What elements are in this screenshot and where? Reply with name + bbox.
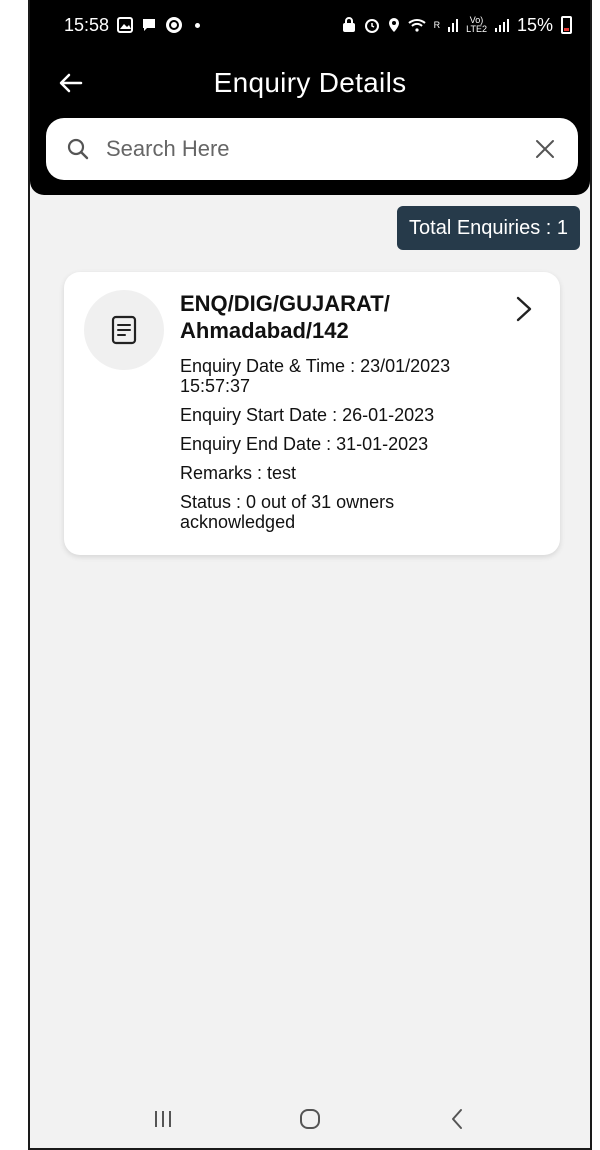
enquiry-avatar: [84, 290, 164, 370]
system-back-button[interactable]: [437, 1099, 477, 1139]
enquiry-end-date: Enquiry End Date : 31-01-2023: [180, 434, 429, 454]
notification-dot-icon: [195, 22, 201, 28]
enquiry-date-time-line2: 15:57:37: [180, 376, 251, 396]
status-bar-right: R Vo) LTE2 15%: [342, 15, 572, 36]
total-enquiries-label: Total Enquiries : 1: [409, 216, 568, 239]
recent-apps-icon: [155, 1111, 172, 1127]
signal-icon: [448, 18, 459, 32]
network-label: Vo) LTE2: [466, 16, 487, 34]
page-title: Enquiry Details: [213, 67, 407, 98]
status-time: 15:58: [64, 14, 110, 35]
enquiry-status: Status : 0 out of 31 owners acknowledged: [180, 492, 510, 532]
title-bar: Enquiry Details: [30, 58, 590, 108]
status-bar-left: 15:58: [64, 14, 201, 36]
chat-icon: [141, 17, 157, 33]
enquiry-status-line2: acknowledged: [180, 512, 296, 532]
alarm-icon: [364, 17, 380, 33]
document-icon: [111, 315, 137, 345]
enquiry-title-line1: ENQ/DIG/GUJARAT/: [180, 291, 390, 316]
search-bar: [46, 118, 578, 180]
recent-apps-button[interactable]: [143, 1099, 183, 1139]
lock-icon: [342, 17, 356, 33]
enquiry-date-time-line1: Enquiry Date & Time : 23/01/2023: [180, 356, 451, 376]
home-button[interactable]: [290, 1099, 330, 1139]
location-icon: [388, 17, 400, 33]
roaming-label: R: [433, 19, 441, 30]
lte-label: LTE2: [466, 24, 487, 34]
gallery-icon: [117, 17, 134, 33]
open-enquiry-button[interactable]: [512, 294, 536, 324]
enquiry-remarks: Remarks : test: [180, 463, 297, 483]
total-enquiries-badge: Total Enquiries : 1: [397, 206, 580, 250]
enquiry-card-body: ENQ/DIG/GUJARAT/ Ahmadabad/142 Enquiry D…: [180, 290, 510, 541]
system-nav-bar: [30, 1090, 590, 1148]
enquiry-card[interactable]: ENQ/DIG/GUJARAT/ Ahmadabad/142 Enquiry D…: [64, 272, 560, 555]
enquiry-title-line2: Ahmadabad/142: [180, 318, 349, 343]
arrow-left-icon: [59, 73, 83, 93]
app-badge-icon: [165, 16, 183, 34]
status-bar: 15:58 R Vo) LTE2 15%: [30, 0, 590, 50]
home-icon: [299, 1109, 320, 1129]
clear-search-button[interactable]: [530, 134, 560, 164]
enquiry-start-date: Enquiry Start Date : 26-01-2023: [180, 405, 435, 425]
enquiry-title: ENQ/DIG/GUJARAT/ Ahmadabad/142: [180, 290, 510, 344]
back-button[interactable]: [54, 66, 88, 100]
close-icon: [536, 140, 554, 158]
enquiry-date-time: Enquiry Date & Time : 23/01/2023 15:57:3…: [180, 356, 510, 396]
search-icon: [64, 135, 92, 163]
search-input[interactable]: [92, 136, 530, 162]
chevron-right-icon: [516, 296, 532, 322]
battery-percent: 15%: [516, 14, 553, 35]
battery-icon: [561, 16, 572, 34]
wifi-icon: [407, 18, 426, 32]
app-header: 15:58 R Vo) LTE2 15% Enquiry Details Sea…: [30, 0, 590, 195]
signal-strength-icon: [494, 18, 509, 32]
chevron-left-icon: [451, 1109, 462, 1129]
enquiry-status-line1: Status : 0 out of 31 owners: [180, 492, 395, 512]
app-screen: 15:58 R Vo) LTE2 15% Enquiry Details Sea…: [28, 0, 592, 1150]
